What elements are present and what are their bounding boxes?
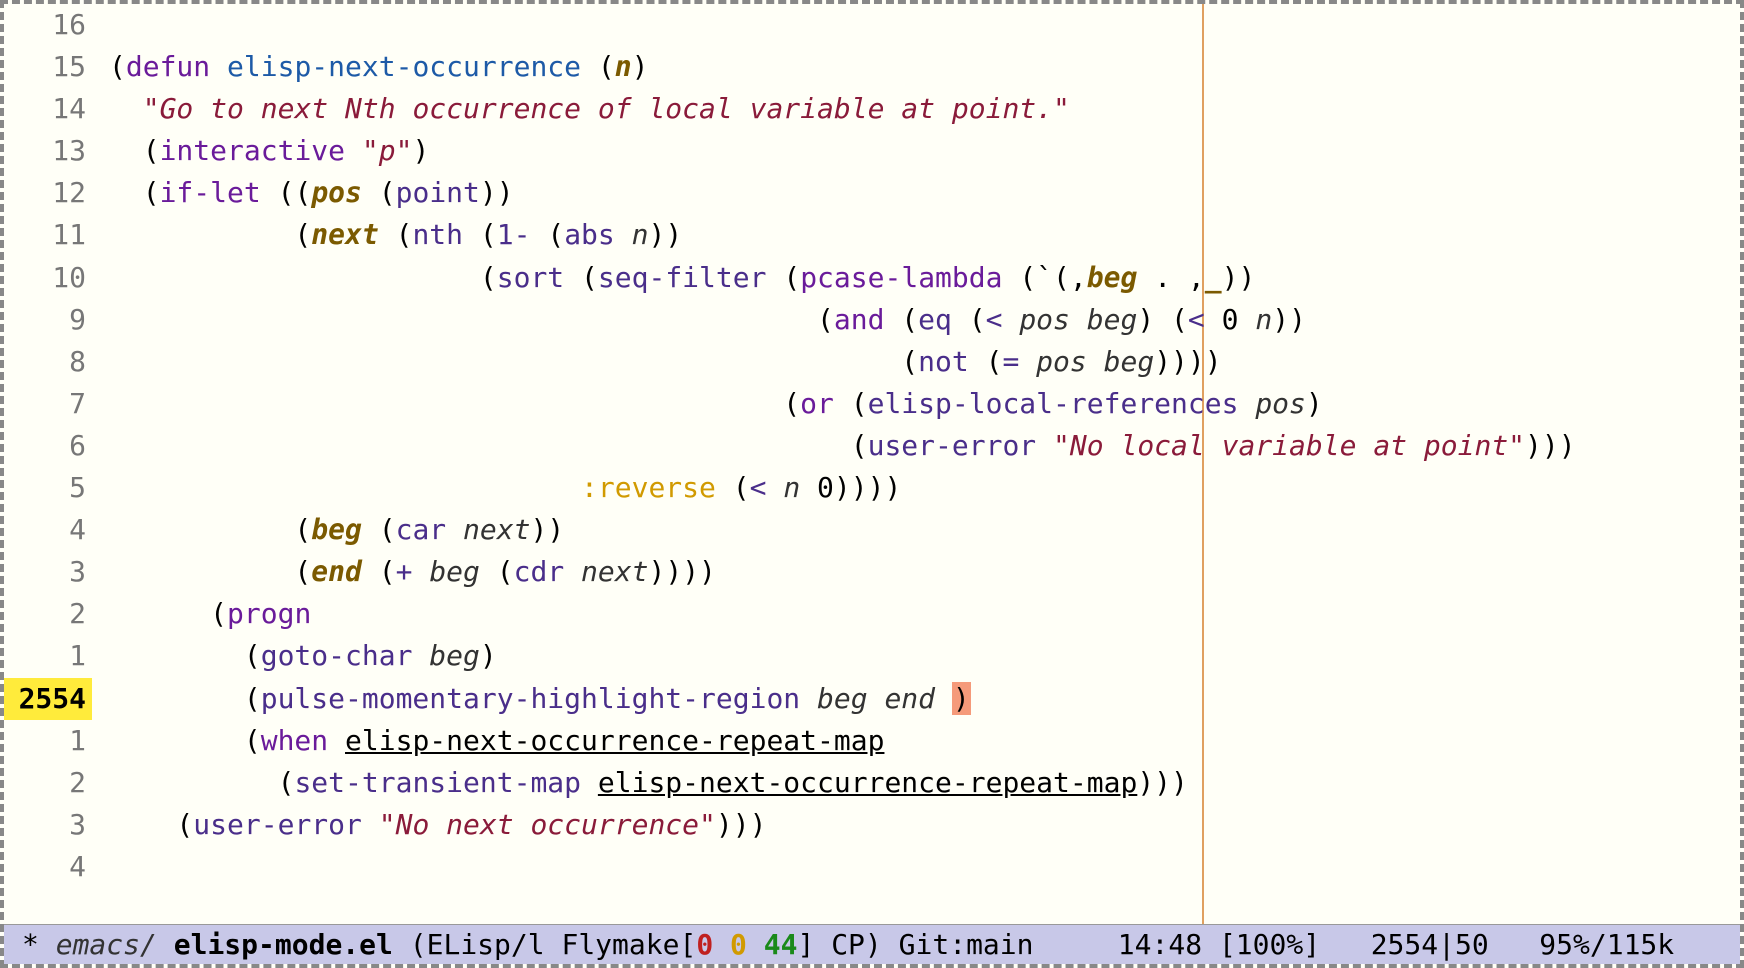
current-code-line[interactable]: (pulse-momentary-highlight-region beg en…: [109, 678, 1740, 720]
code-line[interactable]: [109, 846, 1740, 888]
line-number: 4: [4, 846, 92, 888]
code-line[interactable]: (user-error "No local variable at point"…: [109, 425, 1740, 467]
flymake-error-count[interactable]: 0: [696, 928, 713, 961]
code-line[interactable]: (sort (seq-filter (pcase-lambda (`(,beg …: [109, 257, 1740, 299]
code-line[interactable]: (goto-char beg): [109, 635, 1740, 677]
line-number: 5: [4, 467, 92, 509]
line-number: 1: [4, 720, 92, 762]
code-line[interactable]: :reverse (< n 0)))): [109, 467, 1740, 509]
text-cursor: ): [952, 682, 971, 715]
buffer-name[interactable]: elisp-mode.el: [174, 928, 393, 961]
line-number-gutter: 16 15 14 13 12 11 10 9 8 7 6 5 4 3 2 1 2…: [4, 4, 109, 924]
line-number: 4: [4, 509, 92, 551]
code-line[interactable]: (when elisp-next-occurrence-repeat-map: [109, 720, 1740, 762]
line-number: 11: [4, 214, 92, 256]
code-line[interactable]: (next (nth (1- (abs n)): [109, 214, 1740, 256]
mode-line[interactable]: * emacs/ elisp-mode.el (ELisp/l Flymake[…: [4, 924, 1740, 964]
cursor-position: 2554|50: [1371, 928, 1489, 961]
current-line-number: 2554: [4, 678, 92, 720]
code-line[interactable]: (user-error "No next occurrence"))): [109, 804, 1740, 846]
line-number: 7: [4, 383, 92, 425]
flymake-note-count[interactable]: 44: [764, 928, 798, 961]
code-line[interactable]: (and (eq (< pos beg) (< 0 n)): [109, 299, 1740, 341]
line-number: 14: [4, 88, 92, 130]
code-line[interactable]: "Go to next Nth occurrence of local vari…: [109, 88, 1740, 130]
line-number: 8: [4, 341, 92, 383]
line-number: 13: [4, 130, 92, 172]
modified-indicator: *: [22, 928, 39, 961]
line-number: 12: [4, 172, 92, 214]
code-area[interactable]: (defun elisp-next-occurrence (n) "Go to …: [109, 4, 1740, 888]
clock: 14:48: [1118, 928, 1202, 961]
code-line[interactable]: (or (elisp-local-references pos): [109, 383, 1740, 425]
line-number: 3: [4, 804, 92, 846]
line-number: 6: [4, 425, 92, 467]
line-number: 10: [4, 257, 92, 299]
line-number: 9: [4, 299, 92, 341]
code-editor[interactable]: 16 15 14 13 12 11 10 9 8 7 6 5 4 3 2 1 2…: [4, 4, 1740, 924]
line-number: 16: [4, 4, 92, 46]
code-line[interactable]: (progn: [109, 593, 1740, 635]
line-number: 2: [4, 762, 92, 804]
code-line[interactable]: (set-transient-map elisp-next-occurrence…: [109, 762, 1740, 804]
buffer-percent: 95%/115k: [1539, 928, 1674, 961]
battery: [100%]: [1219, 928, 1320, 961]
vc-branch[interactable]: Git:main: [899, 928, 1034, 961]
code-line[interactable]: (end (+ beg (cdr next)))): [109, 551, 1740, 593]
code-line[interactable]: (interactive "p"): [109, 130, 1740, 172]
major-mode: (ELisp/l Flymake[: [393, 928, 696, 961]
code-line[interactable]: [109, 4, 1740, 46]
code-line[interactable]: (not (= pos beg)))): [109, 341, 1740, 383]
line-number: 1: [4, 635, 92, 677]
code-line[interactable]: (beg (car next)): [109, 509, 1740, 551]
line-number: 2: [4, 593, 92, 635]
line-number: 3: [4, 551, 92, 593]
code-line[interactable]: (if-let ((pos (point)): [109, 172, 1740, 214]
line-number: 15: [4, 46, 92, 88]
flymake-warning-count[interactable]: 0: [730, 928, 747, 961]
code-line[interactable]: (defun elisp-next-occurrence (n): [109, 46, 1740, 88]
buffer-directory: emacs/: [56, 928, 157, 961]
